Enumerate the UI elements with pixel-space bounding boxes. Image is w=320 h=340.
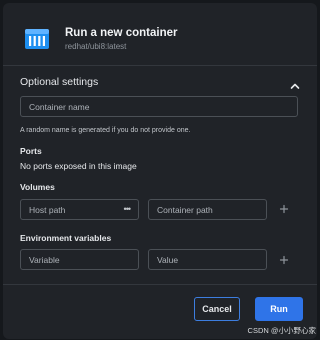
header-divider: [3, 65, 317, 66]
dialog-title: Run a new container: [65, 27, 178, 39]
container-name-help: A random name is generated if you do not…: [20, 127, 191, 134]
volumes-label: Volumes: [20, 182, 55, 192]
browse-icon[interactable]: •••: [124, 203, 132, 215]
ports-label: Ports: [20, 146, 42, 156]
cancel-button[interactable]: Cancel: [194, 297, 240, 321]
variable-field[interactable]: [20, 249, 139, 270]
value-input[interactable]: [149, 250, 266, 269]
ports-empty-text: No ports exposed in this image: [20, 161, 137, 171]
container-name-input[interactable]: [21, 97, 297, 116]
env-variables-label: Environment variables: [20, 233, 112, 243]
dialog-header: Run a new container redhat/ubi8:latest: [19, 17, 309, 63]
host-path-input[interactable]: [21, 200, 138, 219]
optional-settings-toggle[interactable]: Optional settings: [20, 74, 302, 90]
optional-settings-title: Optional settings: [20, 76, 99, 88]
run-button[interactable]: Run: [255, 297, 303, 321]
add-volume-plus-icon[interactable]: [279, 204, 289, 214]
value-field[interactable]: [148, 249, 267, 270]
container-path-input[interactable]: [149, 200, 266, 219]
variable-input[interactable]: [21, 250, 138, 269]
image-name: redhat/ubi8:latest: [65, 42, 127, 51]
footer-divider: [3, 284, 317, 285]
run-container-dialog: Run a new container redhat/ubi8:latest O…: [3, 3, 317, 339]
add-env-plus-icon[interactable]: [279, 255, 289, 265]
watermark: CSDN @小小野心家: [247, 326, 316, 335]
host-path-field[interactable]: •••: [20, 199, 139, 220]
container-path-field[interactable]: [148, 199, 267, 220]
container-icon: [23, 25, 51, 53]
chevron-up-icon[interactable]: [290, 77, 300, 89]
container-name-field[interactable]: [20, 96, 298, 117]
